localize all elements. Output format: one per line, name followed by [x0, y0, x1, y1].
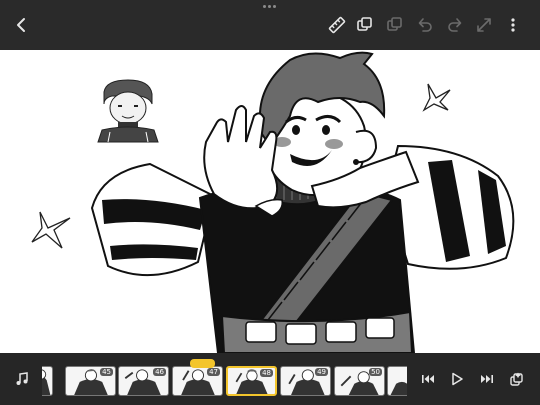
- frame-thumbnail[interactable]: 49: [280, 366, 331, 396]
- skip-back-icon: [422, 375, 434, 383]
- redo-button[interactable]: [443, 13, 467, 37]
- copy-icon: [387, 17, 402, 31]
- play-button[interactable]: [445, 367, 469, 391]
- frame-number: 50: [369, 368, 382, 376]
- layers-icon: [357, 17, 372, 31]
- frame-thumbnail[interactable]: 47: [172, 366, 223, 396]
- skip-forward-button[interactable]: [475, 367, 499, 391]
- copy-button[interactable]: [383, 13, 407, 37]
- frame-sketch-icon: [390, 381, 407, 395]
- sparkle-right: [422, 83, 451, 112]
- undo-button[interactable]: [413, 13, 437, 37]
- frame-thumbnail-current[interactable]: 48: [226, 366, 277, 396]
- frame-number: 45: [100, 368, 113, 376]
- back-chevron-icon: [17, 18, 25, 32]
- animation-app: 45 46 47 48 49 50: [0, 0, 540, 405]
- character-drawing: [31, 51, 515, 353]
- frame-sketch-icon: [42, 369, 51, 395]
- onion-skin-icon: [510, 372, 523, 386]
- sparkle-left: [31, 211, 71, 249]
- frame-thumbnail[interactable]: [387, 366, 407, 396]
- expand-button[interactable]: [472, 13, 496, 37]
- redo-icon: [448, 18, 462, 32]
- more-icon: [511, 18, 515, 32]
- frame-thumbnail[interactable]: 45: [65, 366, 116, 396]
- drawing-canvas[interactable]: [0, 50, 540, 353]
- frame-thumbnail[interactable]: [42, 366, 53, 396]
- top-toolbar: [0, 0, 540, 50]
- onion-skin-button[interactable]: [505, 367, 529, 391]
- skip-back-button[interactable]: [416, 367, 440, 391]
- more-options-button[interactable]: [501, 13, 525, 37]
- reference-sketch: [97, 79, 159, 143]
- frame-number: 49: [315, 368, 328, 376]
- frame-number: 47: [207, 368, 220, 376]
- frame-thumbnail[interactable]: 46: [118, 366, 169, 396]
- frame-strip[interactable]: 45 46 47 48 49 50: [42, 366, 407, 396]
- frame-number: 48: [260, 369, 273, 377]
- undo-icon: [418, 18, 432, 32]
- frame-thumbnail[interactable]: 50: [334, 366, 385, 396]
- music-icon: [16, 372, 28, 385]
- playhead-marker[interactable]: [190, 359, 215, 368]
- timeline-bar: 45 46 47 48 49 50: [0, 353, 540, 405]
- expand-icon: [477, 18, 491, 32]
- back-button[interactable]: [10, 13, 34, 37]
- skip-forward-icon: [481, 375, 493, 383]
- ruler-button[interactable]: [325, 13, 349, 37]
- frame-number: 46: [153, 368, 166, 376]
- ruler-icon: [328, 16, 346, 34]
- window-grip-icon[interactable]: [263, 5, 277, 9]
- layers-button[interactable]: [353, 13, 377, 37]
- audio-button[interactable]: [10, 367, 34, 391]
- play-icon: [452, 372, 463, 386]
